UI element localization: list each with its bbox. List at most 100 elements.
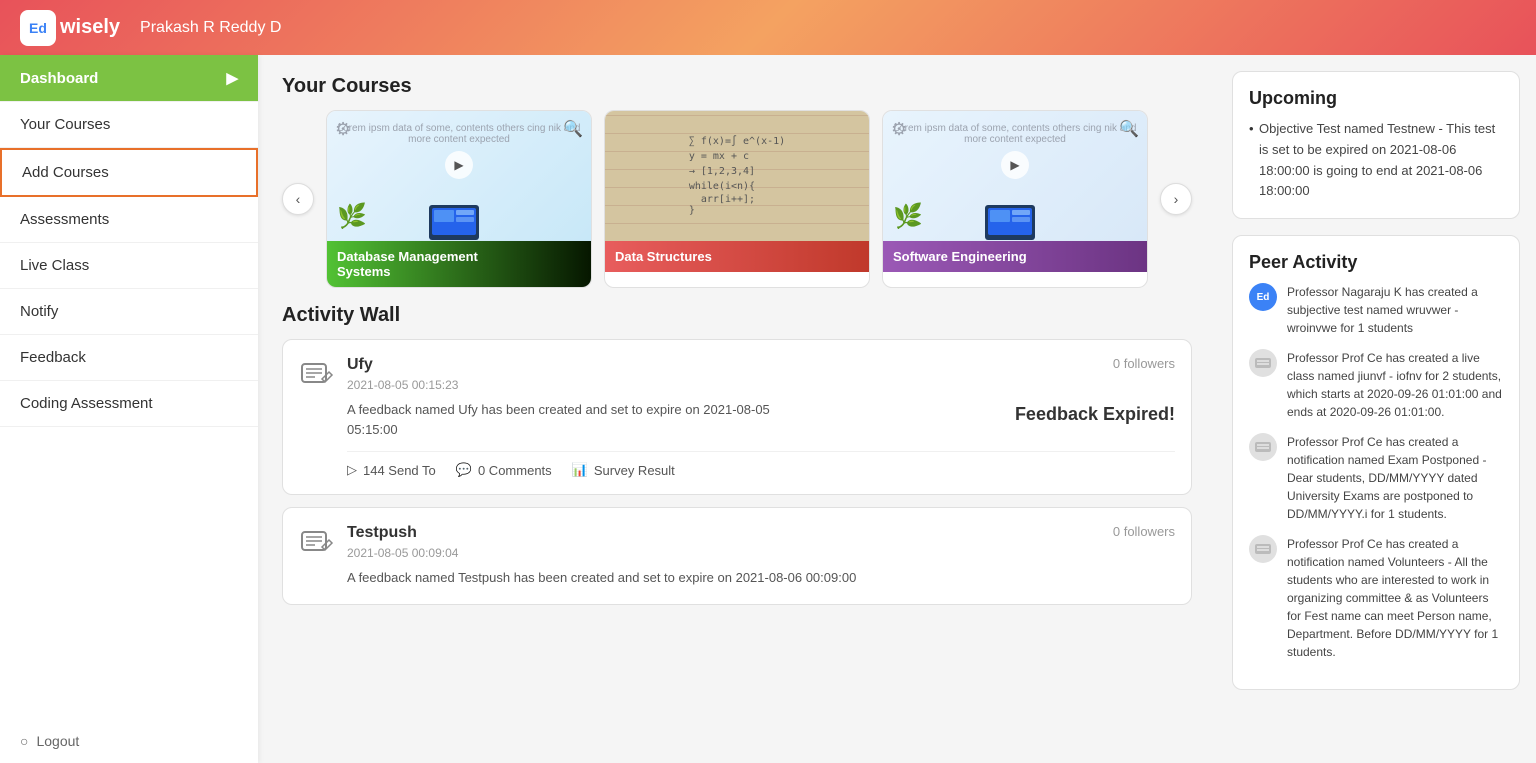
sidebar-item-dashboard[interactable]: Dashboard ▶: [0, 55, 258, 102]
logo-wisely: wisely: [60, 16, 120, 39]
activity-wall-title: Activity Wall: [282, 304, 1192, 327]
sidebar-item-label: Dashboard: [20, 70, 98, 87]
sidebar-item-live-class[interactable]: Live Class: [0, 243, 258, 289]
activity-header: Testpush 0 followers: [347, 524, 1175, 542]
sidebar-item-your-courses[interactable]: Your Courses: [0, 102, 258, 148]
peer-icon-svg: [1254, 438, 1272, 456]
comment-icon: 💬: [456, 462, 472, 478]
course-illustration: [424, 185, 494, 241]
activity-wall-section: Activity Wall U: [282, 304, 1192, 743]
logo: Ed wisely: [20, 10, 120, 46]
activity-title: Testpush: [347, 524, 417, 542]
course-card-image: ⚙ 🔍 ONLINE COURSES Lorem ipsm data of so…: [883, 111, 1147, 241]
play-button[interactable]: ▶: [1001, 151, 1029, 179]
peer-avatar-3: [1249, 535, 1277, 563]
peer-item-1: Professor Prof Ce has created a live cla…: [1249, 349, 1503, 421]
header-username: Prakash R Reddy D: [140, 19, 281, 37]
course-card-label: Software Engineering: [883, 241, 1147, 272]
sidebar-item-add-courses[interactable]: Add Courses: [0, 148, 258, 197]
logout-label: Logout: [36, 733, 79, 749]
course-badge: ONLINE COURSES: [405, 111, 512, 117]
peer-text-3: Professor Prof Ce has created a notifica…: [1287, 535, 1503, 661]
comments-button[interactable]: 💬 0 Comments: [456, 462, 552, 478]
play-button[interactable]: ▶: [445, 151, 473, 179]
peer-avatar-1: [1249, 349, 1277, 377]
logout-icon: ○: [20, 733, 28, 749]
activity-card-body: Ufy 0 followers 2021-08-05 00:15:23 A fe…: [299, 356, 1175, 478]
activity-card-content: Ufy 0 followers 2021-08-05 00:15:23 A fe…: [347, 356, 1175, 478]
courses-carousel: ‹ ⚙ 🔍 ONLINE COURSES Lorem ipsm data of …: [282, 110, 1192, 288]
course-card-image: ∑ f(x)=∫ e^(x-1) y = mx + c → [1,2,3,4] …: [605, 111, 869, 241]
sidebar-item-coding-assessment[interactable]: Coding Assessment: [0, 381, 258, 427]
main-content: Your Courses ‹ ⚙ 🔍 ONLINE COURSES Lorem …: [258, 55, 1216, 763]
carousel-next-button[interactable]: ›: [1160, 183, 1192, 215]
courses-section: Your Courses ‹ ⚙ 🔍 ONLINE COURSES Lorem …: [282, 75, 1192, 288]
search-icon: 🔍: [1119, 119, 1139, 139]
course-card-dbms[interactable]: ⚙ 🔍 ONLINE COURSES Lorem ipsm data of so…: [326, 110, 592, 288]
feedback-icon: [299, 356, 335, 392]
activity-date: 2021-08-05 00:15:23: [347, 378, 1175, 392]
search-icon: 🔍: [563, 119, 583, 139]
course-subtitle: Lorem ipsm data of some, contents others…: [327, 123, 591, 145]
peer-avatar-0: Ed: [1249, 283, 1277, 311]
sidebar-item-feedback[interactable]: Feedback: [0, 335, 258, 381]
plant-icon: 🌿: [337, 202, 367, 231]
peer-avatar-2: [1249, 433, 1277, 461]
survey-result-button[interactable]: 📊 Survey Result: [572, 462, 675, 478]
sidebar-item-label: Assessments: [20, 211, 109, 228]
activity-followers: 0 followers: [1113, 524, 1175, 539]
peer-item-3: Professor Prof Ce has created a notifica…: [1249, 535, 1503, 661]
sidebar-item-label: Your Courses: [20, 116, 110, 133]
sidebar: Dashboard ▶ Your Courses Add Courses Ass…: [0, 55, 258, 763]
survey-icon: 📊: [572, 462, 588, 478]
sidebar-item-label: Feedback: [20, 349, 86, 366]
activity-main: A feedback named Ufy has been created an…: [347, 400, 1175, 439]
logo-icon: Ed: [20, 10, 56, 46]
feedback-icon: [299, 524, 335, 560]
survey-label: Survey Result: [594, 463, 675, 478]
activity-card-icon: [299, 524, 335, 588]
upcoming-title: Upcoming: [1249, 88, 1503, 109]
course-card-ds[interactable]: ∑ f(x)=∫ e^(x-1) y = mx + c → [1,2,3,4] …: [604, 110, 870, 288]
peer-text-0: Professor Nagaraju K has created a subje…: [1287, 283, 1503, 337]
comments-label: 0 Comments: [478, 463, 552, 478]
course-card-image: ⚙ 🔍 ONLINE COURSES Lorem ipsm data of so…: [327, 111, 591, 241]
course-card-label: Database ManagementSystems: [327, 241, 591, 287]
send-to-button[interactable]: ▷ 144 Send To: [347, 462, 436, 478]
sidebar-item-assessments[interactable]: Assessments: [0, 197, 258, 243]
upcoming-item-0: Objective Test named Testnew - This test…: [1249, 119, 1503, 202]
activity-followers: 0 followers: [1113, 356, 1175, 371]
activity-card-ufy: Ufy 0 followers 2021-08-05 00:15:23 A fe…: [282, 339, 1192, 495]
activity-footer: ▷ 144 Send To 💬 0 Comments 📊 Survey Resu…: [347, 451, 1175, 478]
carousel-prev-button[interactable]: ‹: [282, 183, 314, 215]
courses-section-title: Your Courses: [282, 75, 1192, 98]
send-icon: ▷: [347, 462, 357, 478]
sidebar-item-notify[interactable]: Notify: [0, 289, 258, 335]
course-subtitle: Lorem ipsm data of some, contents others…: [883, 123, 1147, 145]
send-to-label: 144 Send To: [363, 463, 436, 478]
chevron-right-icon: ▶: [226, 69, 238, 87]
course-card-label: Data Structures: [605, 241, 869, 272]
courses-grid: ⚙ 🔍 ONLINE COURSES Lorem ipsm data of so…: [326, 110, 1148, 288]
sidebar-item-label: Coding Assessment: [20, 395, 153, 412]
course-card-se[interactable]: ⚙ 🔍 ONLINE COURSES Lorem ipsm data of so…: [882, 110, 1148, 288]
gear-icon: ⚙: [335, 119, 351, 140]
peer-activity-title: Peer Activity: [1249, 252, 1503, 273]
peer-item-2: Professor Prof Ce has created a notifica…: [1249, 433, 1503, 523]
activity-title: Ufy: [347, 356, 373, 374]
logout-button[interactable]: ○ Logout: [0, 719, 258, 763]
notebook-content: ∑ f(x)=∫ e^(x-1) y = mx + c → [1,2,3,4] …: [681, 128, 793, 224]
upcoming-card: Upcoming Objective Test named Testnew - …: [1232, 71, 1520, 219]
sidebar-item-label: Add Courses: [22, 164, 109, 181]
peer-text-2: Professor Prof Ce has created a notifica…: [1287, 433, 1503, 523]
peer-text-1: Professor Prof Ce has created a live cla…: [1287, 349, 1503, 421]
activity-date: 2021-08-05 00:09:04: [347, 546, 1175, 560]
sidebar-item-label: Live Class: [20, 257, 89, 274]
activity-card-body: Testpush 0 followers 2021-08-05 00:09:04…: [299, 524, 1175, 588]
course-illustration: [980, 185, 1050, 241]
activity-description: A feedback named Testpush has been creat…: [347, 568, 1175, 588]
peer-icon-svg: [1254, 354, 1272, 372]
peer-icon-svg: [1254, 540, 1272, 558]
plant-icon: 🌿: [893, 202, 923, 231]
peer-activity-card: Peer Activity Ed Professor Nagaraju K ha…: [1232, 235, 1520, 690]
